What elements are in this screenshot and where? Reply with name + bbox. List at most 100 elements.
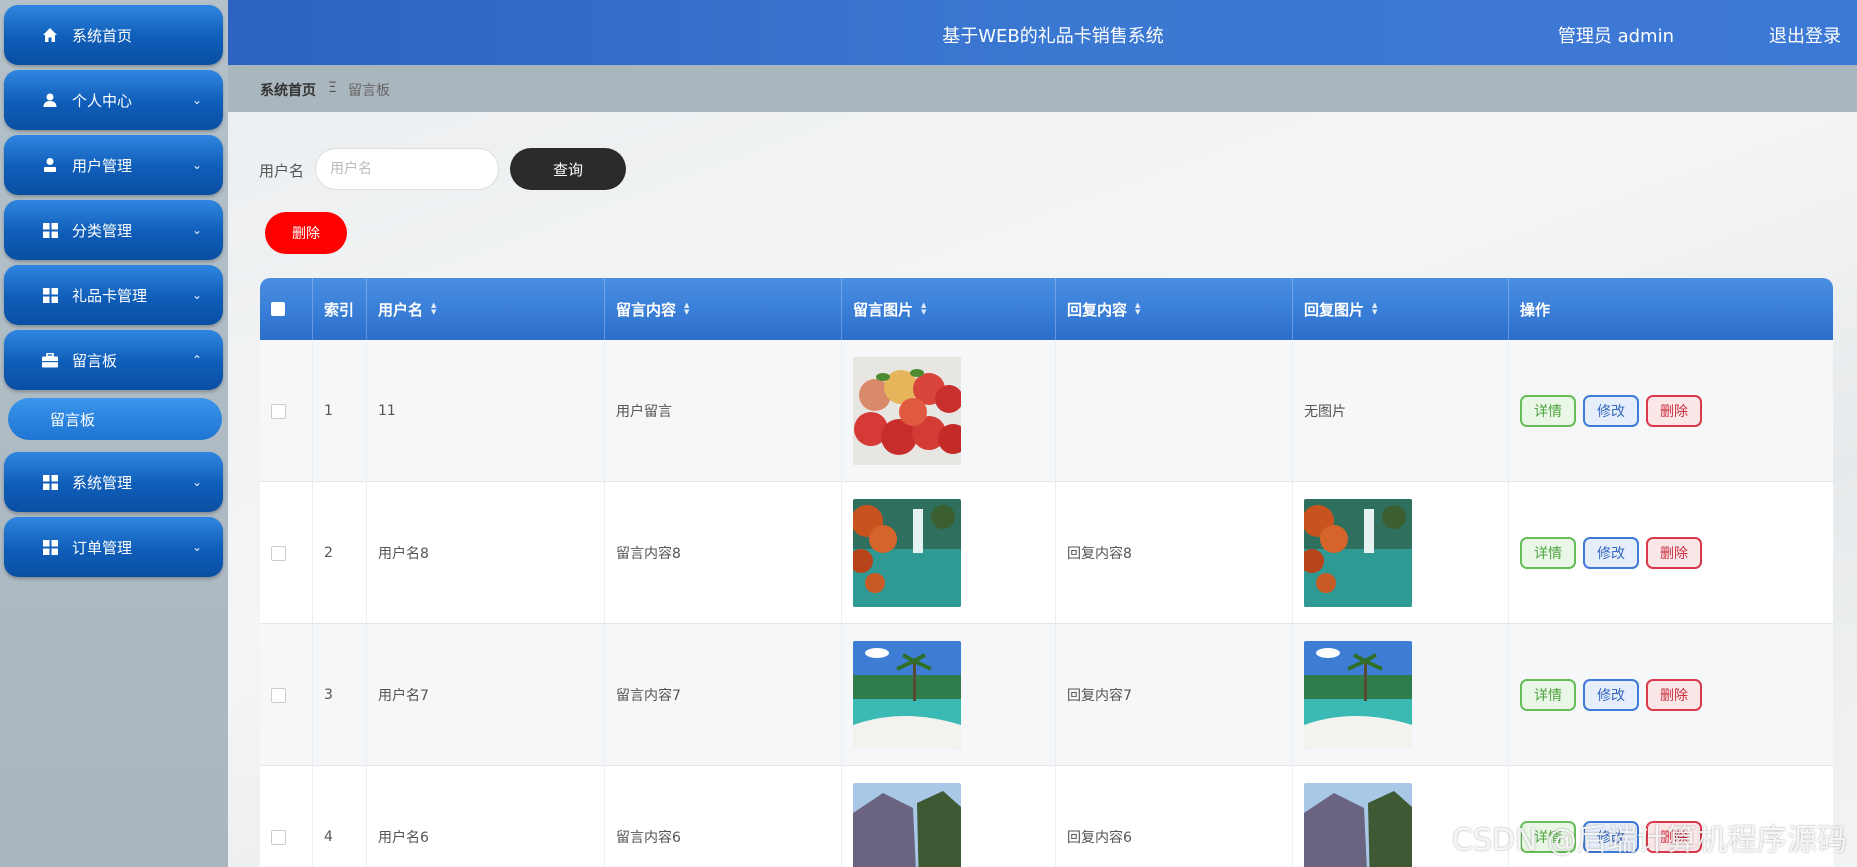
chevron-down-icon: ⌄ bbox=[191, 540, 203, 554]
message-table: 索引 用户名 ▲ ▼ 留言内容 ▲ ▼ 留言图片 ▲ ▼ 回复内容 ▲ ▼ 回复图片 ▲ ▼ 操作 … bbox=[260, 278, 1833, 867]
breadcrumb-home[interactable]: 系统首页 bbox=[260, 80, 316, 100]
row-select-cell bbox=[260, 624, 313, 766]
chevron-down-icon: ⌄ bbox=[191, 475, 203, 489]
sidebar-item-orders[interactable]: 订单管理 ⌄ bbox=[4, 517, 223, 577]
sidebar-item-home[interactable]: 系统首页 bbox=[4, 5, 223, 65]
grid-icon bbox=[40, 220, 60, 240]
edit-button[interactable]: 修改 bbox=[1583, 679, 1639, 711]
cell-image bbox=[842, 340, 1056, 482]
delete-button[interactable]: 删除 bbox=[1646, 395, 1702, 427]
sidebar-item-messageboard[interactable]: 留言板 ⌃ bbox=[4, 330, 223, 390]
sort-icon[interactable]: ▲ ▼ bbox=[684, 302, 689, 316]
edit-button[interactable]: 修改 bbox=[1583, 537, 1639, 569]
col-label: 用户名 bbox=[378, 300, 424, 319]
table-row: 2 用户名8 留言内容8 回复内容8 详情 修改 删除 bbox=[260, 482, 1833, 624]
col-username[interactable]: 用户名 ▲ ▼ bbox=[367, 278, 605, 340]
cell-index: 1 bbox=[313, 340, 367, 482]
cell-index: 2 bbox=[313, 482, 367, 624]
cell-actions: 详情 修改 删除 bbox=[1509, 624, 1833, 766]
cell-reply: 回复内容6 bbox=[1056, 766, 1293, 867]
home-icon bbox=[40, 25, 60, 45]
beach-image[interactable] bbox=[853, 641, 961, 749]
chevron-down-icon: ⌄ bbox=[191, 93, 203, 107]
beach-image[interactable] bbox=[1304, 641, 1412, 749]
cell-content: 留言内容8 bbox=[605, 482, 842, 624]
cell-username: 用户名8 bbox=[367, 482, 605, 624]
select-all-checkbox[interactable] bbox=[271, 302, 285, 316]
submenu-item-messageboard[interactable]: 留言板 bbox=[8, 398, 222, 440]
breadcrumb: 系统首页 Ξ 留言板 bbox=[228, 65, 1857, 112]
cell-username: 用户名6 bbox=[367, 766, 605, 867]
col-reply-image[interactable]: 回复图片 ▲ ▼ bbox=[1293, 278, 1509, 340]
user-icon bbox=[40, 90, 60, 110]
cell-actions: 详情 修改 删除 bbox=[1509, 482, 1833, 624]
col-label: 留言图片 bbox=[853, 300, 914, 319]
delete-button[interactable]: 删除 bbox=[1646, 679, 1702, 711]
detail-button[interactable]: 详情 bbox=[1520, 537, 1576, 569]
cell-image bbox=[842, 482, 1056, 624]
sidebar-item-label: 订单管理 bbox=[72, 538, 133, 557]
row-checkbox[interactable] bbox=[271, 545, 286, 561]
search-input[interactable] bbox=[315, 148, 499, 190]
cell-reply bbox=[1056, 340, 1293, 482]
waterfall-image[interactable] bbox=[1304, 499, 1412, 607]
row-checkbox[interactable] bbox=[271, 829, 286, 845]
cell-reply-image: 无图片 bbox=[1293, 340, 1509, 482]
sort-icon[interactable]: ▲ ▼ bbox=[1135, 302, 1140, 316]
cliff-image[interactable] bbox=[1304, 783, 1412, 867]
sidebar-item-profile[interactable]: 个人中心 ⌄ bbox=[4, 70, 223, 130]
sidebar-item-giftcard[interactable]: 礼品卡管理 ⌄ bbox=[4, 265, 223, 325]
batch-delete-button[interactable]: 删除 bbox=[265, 212, 347, 254]
detail-button[interactable]: 详情 bbox=[1520, 679, 1576, 711]
cell-index: 4 bbox=[313, 766, 367, 867]
sort-icon[interactable]: ▲ ▼ bbox=[1372, 302, 1377, 316]
cell-username: 用户名7 bbox=[367, 624, 605, 766]
sidebar-item-users[interactable]: 用户管理 ⌄ bbox=[4, 135, 223, 195]
detail-button[interactable]: 详情 bbox=[1520, 395, 1576, 427]
logout-link[interactable]: 退出登录 bbox=[1769, 22, 1841, 48]
cell-reply: 回复内容7 bbox=[1056, 624, 1293, 766]
sidebar-item-category[interactable]: 分类管理 ⌄ bbox=[4, 200, 223, 260]
cell-content: 留言内容6 bbox=[605, 766, 842, 867]
grid-icon bbox=[40, 472, 60, 492]
col-label: 回复图片 bbox=[1304, 300, 1365, 319]
main-content: 用户名 查询 删除 索引 用户名 ▲▼ 留言内容 ▲▼ 留言图片 ▲▼ 回复内容 ▲▼ … bbox=[228, 112, 1857, 867]
cliff-image[interactable] bbox=[853, 783, 961, 867]
apples-image[interactable] bbox=[853, 357, 961, 465]
chevron-down-icon: ⌄ bbox=[191, 223, 203, 237]
col-actions: 操作 bbox=[1509, 278, 1833, 340]
col-label: 索引 bbox=[324, 300, 355, 319]
sidebar-item-label: 个人中心 bbox=[72, 91, 133, 110]
grid-icon bbox=[40, 537, 60, 557]
row-checkbox[interactable] bbox=[271, 687, 286, 703]
admin-label: 管理员 admin bbox=[1557, 26, 1674, 47]
row-checkbox[interactable] bbox=[271, 403, 286, 419]
breadcrumb-separator: Ξ bbox=[328, 80, 337, 96]
sidebar-item-system[interactable]: 系统管理 ⌄ bbox=[4, 452, 223, 512]
sort-icon[interactable]: ▲ ▼ bbox=[431, 302, 436, 316]
sort-icon[interactable]: ▲ ▼ bbox=[921, 302, 926, 316]
edit-button[interactable]: 修改 bbox=[1583, 395, 1639, 427]
sidebar-item-label: 用户管理 bbox=[72, 156, 133, 175]
watermark: CSDN @后端计算机程序源码 bbox=[1451, 823, 1847, 858]
cell-username: 11 bbox=[367, 340, 605, 482]
col-image[interactable]: 留言图片 ▲ ▼ bbox=[842, 278, 1056, 340]
query-button[interactable]: 查询 bbox=[510, 148, 626, 190]
col-label: 留言内容 bbox=[616, 300, 677, 319]
chevron-up-icon: ⌃ bbox=[191, 353, 203, 367]
grid-icon bbox=[40, 285, 60, 305]
cell-index: 3 bbox=[313, 624, 367, 766]
col-label: 回复内容 bbox=[1067, 300, 1128, 319]
waterfall-image[interactable] bbox=[853, 499, 961, 607]
col-reply[interactable]: 回复内容 ▲ ▼ bbox=[1056, 278, 1293, 340]
row-select-cell bbox=[260, 766, 313, 867]
chevron-down-icon: ⌄ bbox=[191, 158, 203, 172]
cell-content: 留言内容7 bbox=[605, 624, 842, 766]
table-row: 1 11 用户留言 无图片 详情 修改 删除 bbox=[260, 340, 1833, 482]
cell-content: 用户留言 bbox=[605, 340, 842, 482]
cell-image bbox=[842, 766, 1056, 867]
sidebar-item-label: 留言板 bbox=[72, 351, 118, 370]
delete-button[interactable]: 删除 bbox=[1646, 537, 1702, 569]
col-content[interactable]: 留言内容 ▲ ▼ bbox=[605, 278, 842, 340]
cell-reply-image bbox=[1293, 624, 1509, 766]
